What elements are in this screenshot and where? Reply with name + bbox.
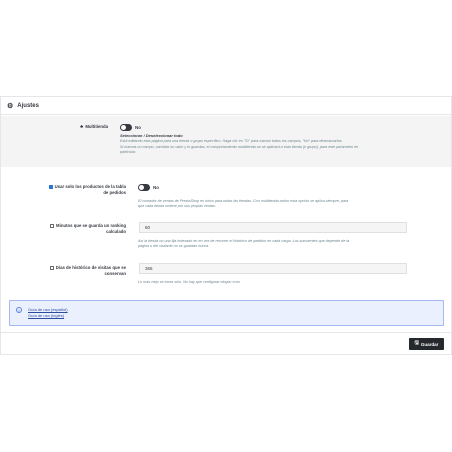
dias-historico-checkbox[interactable] xyxy=(49,265,54,270)
multistore-toggle-value: No xyxy=(135,125,141,130)
dias-historico-label[interactable]: Días de histórico de visitas que se cons… xyxy=(36,265,126,277)
cogs-icon: ⚙ xyxy=(7,102,14,110)
dias-historico-help: Lo más viejo se borra solo. No hay que c… xyxy=(138,280,241,284)
select-all-link[interactable]: Seleccionar / Deseleccionar todo xyxy=(120,133,183,138)
multistore-section: ♣ Multitienda No Seleccionar / Deseleccio… xyxy=(1,116,451,167)
save-icon: 🖫 xyxy=(414,340,419,346)
info-icon: i xyxy=(16,307,22,313)
solo-productos-help: El contador de ventas de PrestaShop es ú… xyxy=(138,199,349,209)
solo-productos-label[interactable]: Usar solo los productos de la tabla de p… xyxy=(36,184,126,196)
minutos-ranking-label[interactable]: Minutos que se guarda un ranking calcula… xyxy=(36,223,126,235)
minutos-ranking-checkbox[interactable] xyxy=(50,223,55,228)
solo-productos-toggle-value: No xyxy=(153,185,159,190)
multistore-help: Seleccionar / Deseleccionar todo Está ed… xyxy=(120,133,359,155)
info-alert: i Guía de uso (español) Guía de uso (ing… xyxy=(9,300,444,326)
multistore-toggle[interactable] xyxy=(120,124,132,131)
multistore-label: ♣ Multitienda xyxy=(80,124,108,130)
multistore-icon: ♣ xyxy=(80,124,84,130)
guide-english-link[interactable]: Guía de uso (inglés) xyxy=(28,313,64,318)
save-button[interactable]: 🖫 Guardar xyxy=(409,338,444,350)
minutos-ranking-input[interactable]: 60 xyxy=(139,222,407,233)
save-label: Guardar xyxy=(420,341,439,347)
footer-divider xyxy=(0,332,452,333)
minutos-ranking-help: Así la tienda no una fija indexado en en… xyxy=(138,239,350,249)
solo-productos-checkbox[interactable] xyxy=(48,184,53,189)
dias-historico-input[interactable]: 365 xyxy=(139,263,407,274)
panel-header: ⚙ Ajustes xyxy=(1,97,451,115)
guide-spanish-link[interactable]: Guía de uso (español) xyxy=(28,307,68,312)
panel-title: Ajustes xyxy=(17,102,39,109)
solo-productos-toggle[interactable] xyxy=(138,184,150,191)
